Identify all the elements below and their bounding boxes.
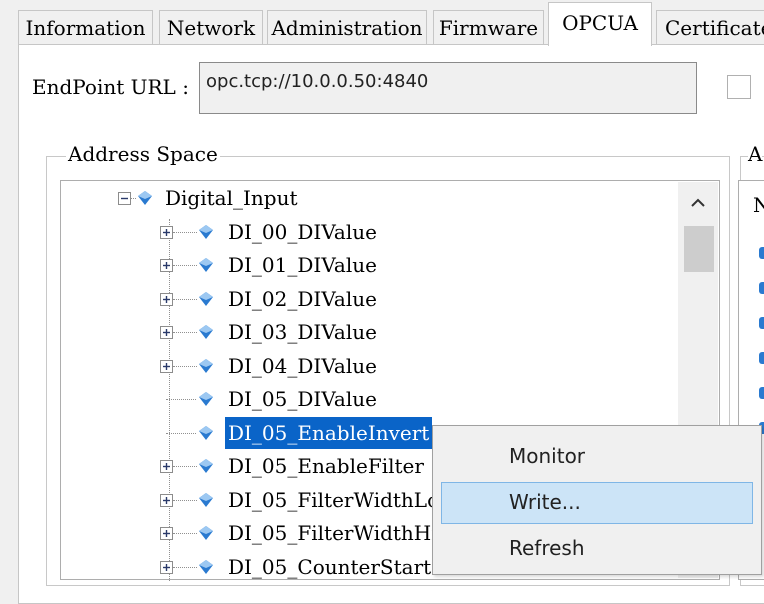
tab-firmware[interactable]: Firmware <box>433 10 544 44</box>
variable-node-icon <box>199 560 213 574</box>
tree-node[interactable]: DI_05_DIValue <box>0 383 680 415</box>
address-space-title: Address Space <box>66 142 220 166</box>
tree-connector <box>173 299 197 300</box>
tree-node[interactable]: DI_02_DIValue <box>0 283 680 315</box>
menu-item-monitor[interactable]: Monitor <box>441 436 753 478</box>
context-menu: Monitor Write... Refresh <box>432 425 762 575</box>
tree-node[interactable]: DI_04_DIValue <box>0 350 680 382</box>
right-node-icon <box>759 352 764 364</box>
right-node-icon <box>759 317 764 329</box>
expand-icon[interactable] <box>160 494 173 507</box>
tree-node-label: DI_05_EnableFilter <box>228 454 424 478</box>
tree-node[interactable]: DI_01_DIValue <box>0 249 680 281</box>
tree-connector <box>173 466 197 467</box>
tree-connector <box>166 399 196 400</box>
tree-connector <box>173 232 197 233</box>
tab-opcua[interactable]: OPCUA <box>548 2 652 46</box>
tree-node-label: DI_01_DIValue <box>228 253 377 277</box>
variable-node-icon <box>199 292 213 306</box>
right-group-title: A <box>748 142 763 166</box>
right-panel-text: N <box>753 193 764 217</box>
tree-connector <box>173 567 197 568</box>
tree-node[interactable]: DI_00_DIValue <box>0 216 680 248</box>
tree-node-label: DI_05_CounterStart <box>228 555 432 579</box>
right-node-icon <box>759 282 764 294</box>
variable-node-icon <box>199 426 213 440</box>
tree-connector <box>131 198 136 199</box>
tab-bar: Information Network Administration Firmw… <box>0 0 764 46</box>
expand-icon[interactable] <box>160 561 173 574</box>
tree-node-label: Digital_Input <box>165 186 298 210</box>
tree-node-label: DI_03_DIValue <box>228 320 377 344</box>
tree-node-label: DI_05_FilterWidthLow <box>228 488 457 512</box>
variable-node-icon <box>199 258 213 272</box>
variable-node-icon <box>199 526 213 540</box>
variable-node-icon <box>138 191 152 205</box>
right-node-icon <box>759 387 764 399</box>
endpoint-url-label: EndPoint URL : <box>32 75 189 99</box>
endpoint-url-field[interactable]: opc.tcp://10.0.0.50:4840 <box>199 62 697 114</box>
tree-connector <box>173 332 197 333</box>
variable-node-icon <box>199 325 213 339</box>
tree-node-root[interactable]: Digital_Input <box>0 182 680 214</box>
tree-node-label: DI_00_DIValue <box>228 220 377 244</box>
tab-certificate[interactable]: Certificate <box>656 10 764 44</box>
tree-connector <box>173 265 197 266</box>
tab-administration[interactable]: Administration <box>267 10 427 44</box>
variable-node-icon <box>199 493 213 507</box>
chevron-up-icon <box>691 198 705 207</box>
variable-node-icon <box>199 459 213 473</box>
tree-connector <box>173 533 197 534</box>
expand-icon[interactable] <box>160 226 173 239</box>
tree-connector <box>173 500 197 501</box>
tree-node-label: DI_02_DIValue <box>228 287 377 311</box>
menu-item-refresh[interactable]: Refresh <box>441 528 753 570</box>
expand-icon[interactable] <box>160 527 173 540</box>
collapse-icon[interactable] <box>118 192 131 205</box>
tree-node-label: DI_05_EnableInvert <box>225 417 433 449</box>
tab-information[interactable]: Information <box>18 10 153 44</box>
tree-node-label: DI_05_DIValue <box>228 387 377 411</box>
variable-node-icon <box>199 225 213 239</box>
expand-icon[interactable] <box>160 460 173 473</box>
tree-connector <box>173 366 197 367</box>
tree-node-label: DI_05_FilterWidthHigh <box>228 521 464 545</box>
scroll-thumb[interactable] <box>684 226 714 272</box>
right-checkbox[interactable] <box>727 75 751 99</box>
tree-connector <box>166 433 196 434</box>
tree-node-label: DI_04_DIValue <box>228 354 377 378</box>
expand-icon[interactable] <box>160 293 173 306</box>
expand-icon[interactable] <box>160 259 173 272</box>
variable-node-icon <box>199 359 213 373</box>
variable-node-icon <box>199 392 213 406</box>
expand-icon[interactable] <box>160 326 173 339</box>
tree-node[interactable]: DI_03_DIValue <box>0 316 680 348</box>
tab-network[interactable]: Network <box>159 10 263 44</box>
menu-item-write[interactable]: Write... <box>441 482 753 524</box>
expand-icon[interactable] <box>160 360 173 373</box>
right-node-icon <box>759 247 764 259</box>
scroll-up-button[interactable] <box>678 182 718 222</box>
